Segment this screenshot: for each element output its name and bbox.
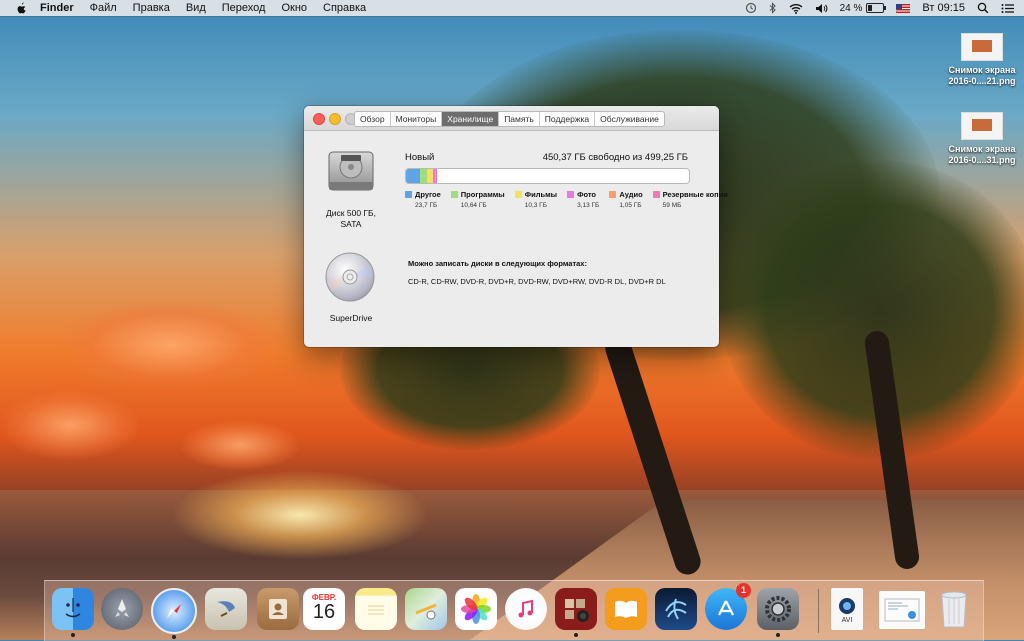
wallpaper-cloud: [0, 390, 140, 460]
menu-help[interactable]: Справка: [323, 2, 366, 14]
bar-segment-other: [406, 169, 420, 183]
tab-memory[interactable]: Память: [499, 112, 540, 126]
dock-calendar-icon[interactable]: ФЕВР. 16: [303, 588, 345, 630]
tab-overview[interactable]: Обзор: [355, 112, 391, 126]
disk-label-line2: SATA: [340, 219, 362, 229]
minimize-window-button[interactable]: [329, 113, 341, 125]
legend-item-other: Другое 23,7 ГБ: [405, 190, 441, 209]
disk-label: Диск 500 ГБ, SATA: [316, 208, 386, 230]
dock-avi-file-icon[interactable]: AVI: [831, 588, 863, 630]
wallpaper-palm-leaves: [720, 160, 1024, 460]
disk-label-line1: Диск 500 ГБ,: [326, 208, 376, 218]
file-name-line1: Снимок экрана: [948, 144, 1016, 154]
dock: ФЕВР. 16 1 AVI: [44, 580, 984, 641]
menu-window[interactable]: Окно: [281, 2, 307, 14]
dock-system-preferences-icon[interactable]: [757, 588, 799, 637]
tab-bar: Обзор Мониторы Хранилище Память Поддержк…: [354, 111, 665, 127]
dock-app-store-icon[interactable]: 1: [705, 583, 751, 630]
dvd-disc-icon: [324, 251, 376, 303]
bar-segment-apps: [420, 169, 427, 183]
legend-item-backups: Резервные копии 59 МБ: [652, 190, 728, 209]
dock-contacts-icon[interactable]: [257, 588, 299, 630]
avi-label: AVI: [841, 616, 853, 624]
desktop-file-screenshot[interactable]: Снимок экрана 2016-0....21.png: [941, 33, 1023, 87]
battery-percent[interactable]: 24 %: [840, 3, 863, 14]
calendar-day: 16: [312, 600, 336, 623]
tab-displays[interactable]: Мониторы: [391, 112, 443, 126]
dock-safari-icon[interactable]: [151, 588, 197, 639]
file-name-line2: 2016-0....21.png: [948, 76, 1016, 86]
tab-service[interactable]: Обслуживание: [595, 112, 664, 126]
dock-notes-icon[interactable]: [355, 588, 397, 630]
legend-item-apps: Программы 10,64 ГБ: [450, 190, 505, 209]
us-flag-input-icon[interactable]: [896, 3, 911, 13]
legend-item-movies: Фильмы 10,3 ГБ: [514, 190, 557, 209]
volume-name: Новый: [405, 152, 435, 163]
notification-center-icon[interactable]: [1001, 3, 1014, 14]
battery-icon[interactable]: [866, 3, 887, 13]
storage-usage-bar: [405, 168, 690, 184]
spotlight-search-icon[interactable]: [977, 2, 989, 14]
wallpaper-cloud: [60, 300, 280, 390]
legend-item-audio: Аудио 1,05 ГБ: [609, 190, 643, 209]
dock-itunes-icon[interactable]: [505, 588, 547, 630]
menu-finder[interactable]: Finder: [40, 2, 74, 14]
image-thumbnail-icon: [961, 112, 1003, 140]
dock-battlenet-icon[interactable]: [655, 588, 697, 630]
menu-clock[interactable]: Вт 09:15: [922, 2, 965, 14]
dock-documents-stack-icon[interactable]: [879, 591, 925, 629]
dock-finder-icon[interactable]: [52, 588, 94, 637]
desktop-file-screenshot[interactable]: Снимок экрана 2016-0....31.png: [941, 112, 1023, 166]
time-machine-icon[interactable]: [745, 2, 757, 14]
dock-separator: [818, 589, 819, 633]
menu-bar: Finder Файл Правка Вид Переход Окно Спра…: [0, 0, 1024, 16]
close-window-button[interactable]: [313, 113, 325, 125]
menu-go[interactable]: Переход: [222, 2, 266, 14]
volume-icon[interactable]: [815, 3, 828, 14]
dock-launchpad-icon[interactable]: [101, 588, 143, 630]
menu-file[interactable]: Файл: [90, 2, 117, 14]
burn-formats-list: CD-R, CD-RW, DVD-R, DVD+R, DVD-RW, DVD+R…: [408, 277, 666, 286]
free-space-text: 450,37 ГБ свободно из 499,25 ГБ: [542, 152, 688, 163]
superdrive-label: SuperDrive: [329, 313, 373, 323]
dock-photo-booth-icon[interactable]: [555, 588, 597, 637]
tab-support[interactable]: Поддержка: [540, 112, 596, 126]
wallpaper-cloud: [180, 420, 300, 470]
tab-storage[interactable]: Хранилище: [442, 112, 500, 126]
dock-mail-icon[interactable]: [205, 588, 247, 630]
menu-view[interactable]: Вид: [186, 2, 206, 14]
bar-segment-backups: [436, 169, 437, 183]
storage-legend: Другое 23,7 ГБ Программы 10,64 ГБ Фильмы…: [405, 190, 728, 209]
file-name-line1: Снимок экрана: [948, 65, 1016, 75]
apple-menu-icon[interactable]: [14, 2, 28, 14]
dock-photos-icon[interactable]: [455, 588, 497, 630]
legend-item-photos: Фото 3,13 ГБ: [567, 190, 599, 209]
about-this-mac-window: Обзор Мониторы Хранилище Память Поддержк…: [304, 106, 728, 347]
menu-edit[interactable]: Правка: [133, 2, 170, 14]
wifi-icon[interactable]: [789, 3, 803, 14]
dock-ibooks-icon[interactable]: [605, 588, 647, 630]
hard-drive-icon: [326, 146, 376, 196]
file-name-line2: 2016-0....31.png: [948, 155, 1016, 165]
image-thumbnail-icon: [961, 33, 1003, 61]
burn-formats-title: Можно записать диски в следующих формата…: [408, 259, 587, 268]
bluetooth-icon[interactable]: [769, 2, 777, 14]
app-store-badge: 1: [736, 583, 751, 598]
dock-trash-icon[interactable]: [933, 588, 975, 630]
window-titlebar[interactable]: Обзор Мониторы Хранилище Память Поддержк…: [304, 106, 719, 131]
wallpaper-sun: [170, 470, 430, 560]
dock-maps-icon[interactable]: [405, 588, 447, 630]
